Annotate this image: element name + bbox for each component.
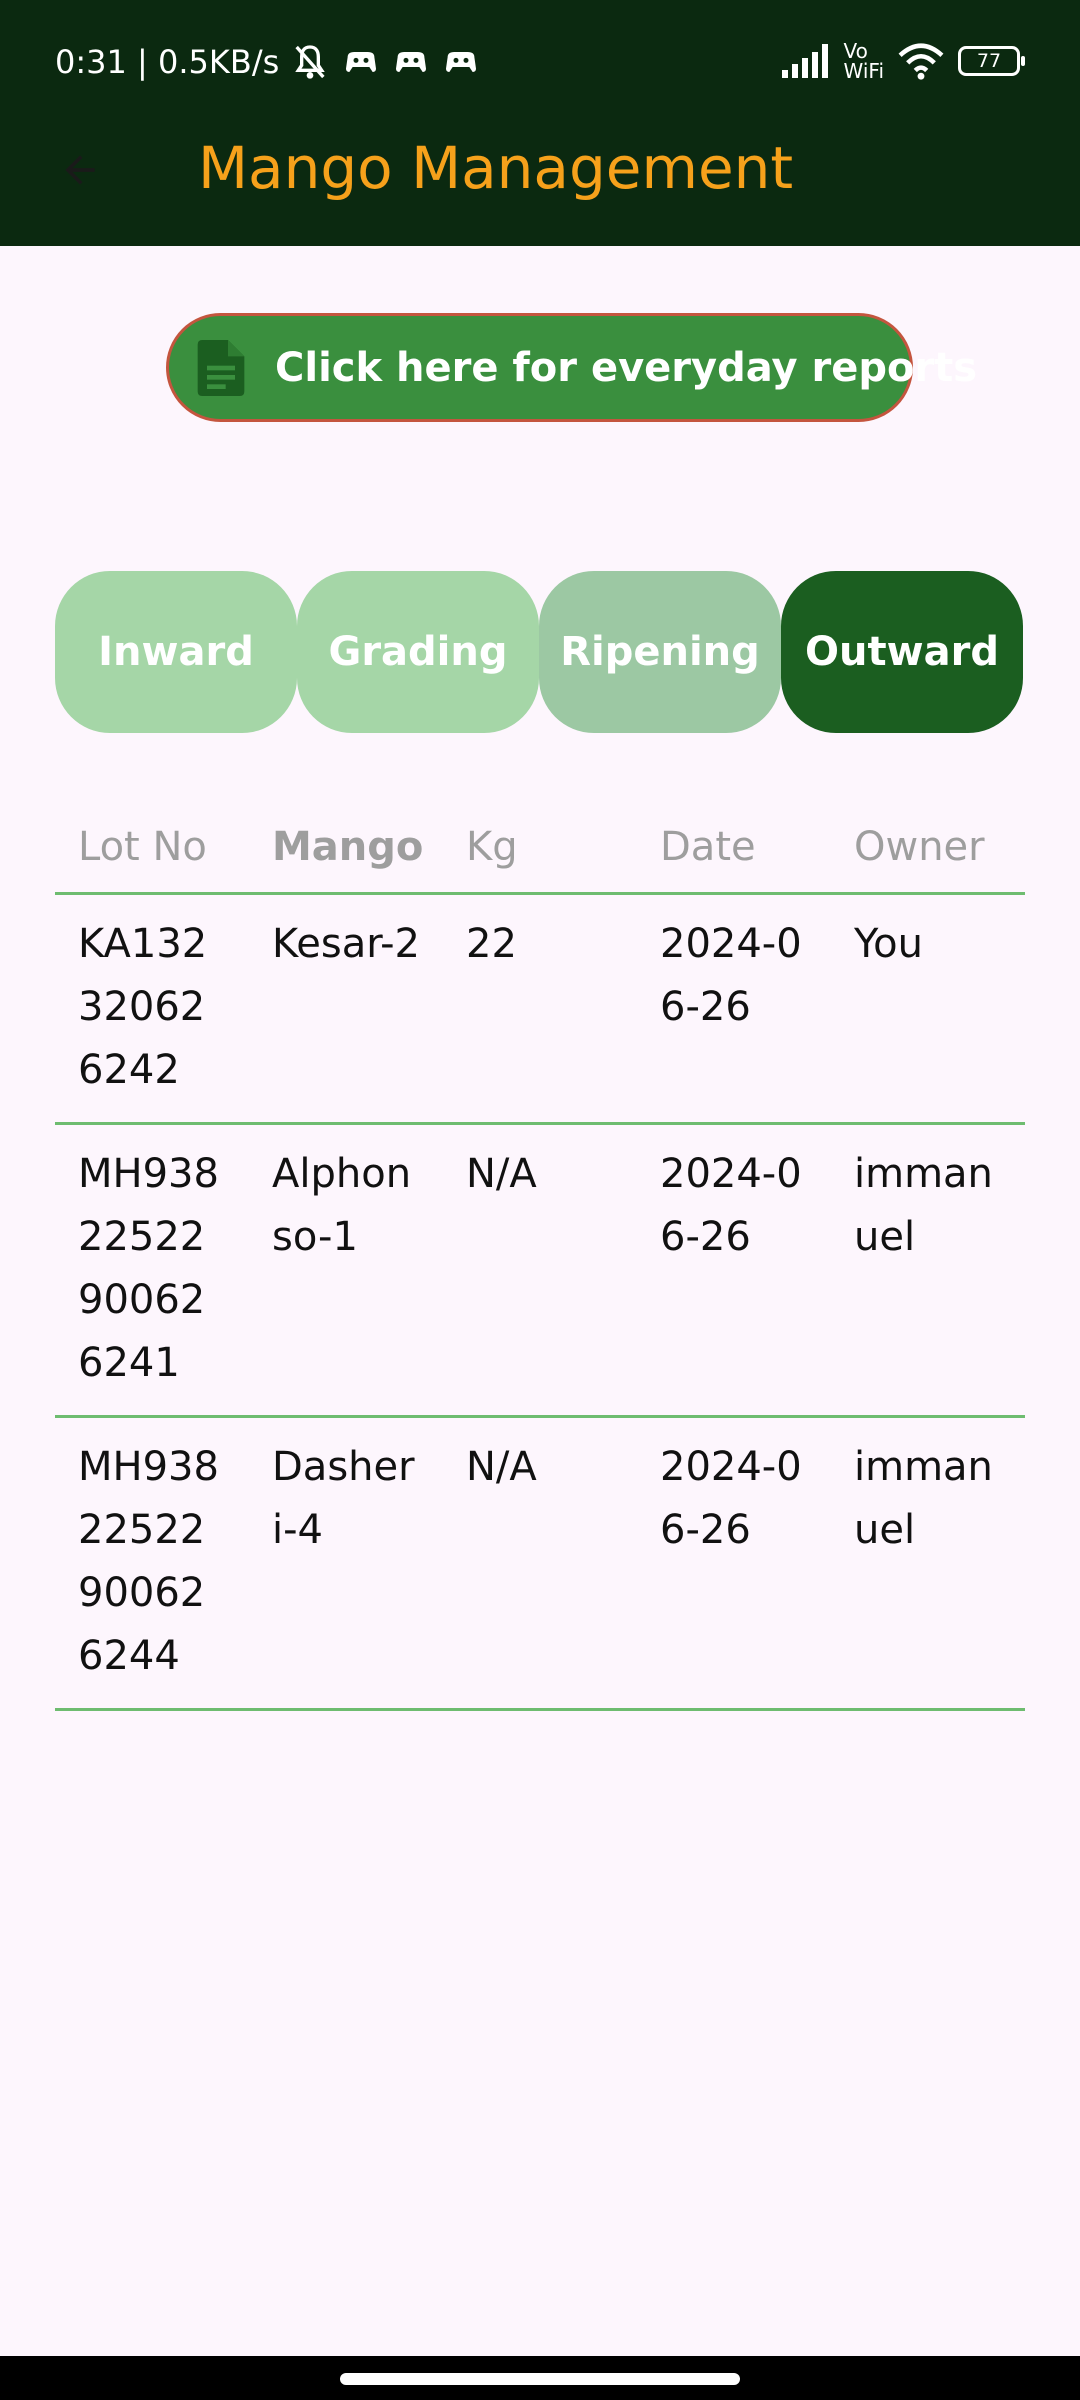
column-header-kg[interactable]: Kg — [443, 824, 637, 870]
status-right: Vo WiFi 77 — [781, 36, 1025, 86]
wifi-icon — [898, 43, 944, 80]
status-time-speed: 0:31 | 0.5KB/s — [55, 43, 280, 81]
lot-no-value: MH93822522900626241 — [78, 1151, 219, 1386]
lot-no-value: KA132320626242 — [78, 921, 208, 1093]
everyday-reports-label: Click here for everyday reports — [275, 344, 978, 391]
lot-no-cell: MH93822522900626244 — [55, 1436, 249, 1688]
lot-no-cell: KA132320626242 — [55, 913, 249, 1102]
mango-cell: Alphonso-1 — [249, 1143, 443, 1395]
table-row[interactable]: MH93822522900626241 Alphonso-1 N/A 2024-… — [55, 1125, 1025, 1418]
owner-cell: immanuel — [831, 1436, 1025, 1688]
kg-cell: 22 — [443, 913, 637, 1102]
page-title: Mango Management — [198, 134, 794, 202]
tab-ripening[interactable]: Ripening — [539, 571, 781, 733]
table-row[interactable]: KA132320626242 Kesar-2 22 2024-06-26 You — [55, 895, 1025, 1125]
mango-cell: Kesar-2 — [249, 913, 443, 1102]
kg-cell: N/A — [443, 1143, 637, 1395]
battery-level: 77 — [976, 50, 1002, 72]
column-header-lot-no[interactable]: Lot No — [55, 824, 249, 870]
table-header: Lot No Mango Kg Date Owner — [55, 802, 1025, 895]
document-icon — [197, 339, 245, 396]
signal-icon — [781, 44, 828, 78]
game-controller-icon-2 — [396, 52, 427, 72]
status-left: 0:31 | 0.5KB/s — [55, 38, 481, 86]
kg-value: N/A — [466, 1444, 537, 1490]
column-header-mango[interactable]: Mango — [249, 824, 443, 870]
lot-no-value: MH93822522900626244 — [78, 1444, 219, 1679]
kg-value: 22 — [466, 921, 517, 967]
status-bar: 0:31 | 0.5KB/s Vo WiFi 77 — [0, 0, 1080, 122]
kg-value: N/A — [466, 1151, 537, 1197]
owner-value: You — [854, 921, 923, 967]
date-value: 2024-06-26 — [660, 1444, 802, 1553]
owner-cell: immanuel — [831, 1143, 1025, 1395]
date-cell: 2024-06-26 — [637, 1436, 831, 1688]
arrow-back-icon — [65, 155, 95, 185]
vowifi-top: Vo — [843, 39, 868, 63]
lots-table: Lot No Mango Kg Date Owner KA13232062624… — [55, 802, 1025, 1711]
owner-cell: You — [831, 913, 1025, 1102]
kg-cell: N/A — [443, 1436, 637, 1688]
app-bar: 0:31 | 0.5KB/s Vo WiFi 77 Mango Manageme… — [0, 0, 1080, 246]
back-button[interactable] — [50, 140, 110, 200]
vowifi-bottom: WiFi — [843, 59, 885, 83]
stage-tabs: Inward Grading Ripening Outward — [55, 571, 1025, 733]
date-value: 2024-06-26 — [660, 921, 802, 1030]
tab-inward[interactable]: Inward — [55, 571, 297, 733]
tab-outward[interactable]: Outward — [781, 571, 1023, 733]
game-controller-icon-1 — [346, 52, 377, 72]
column-header-date[interactable]: Date — [637, 824, 831, 870]
vowifi-indicator: Vo WiFi — [844, 41, 885, 81]
date-cell: 2024-06-26 — [637, 1143, 831, 1395]
mango-value: Kesar-2 — [272, 921, 420, 967]
mango-cell: Dasheri-4 — [249, 1436, 443, 1688]
column-header-owner[interactable]: Owner — [831, 824, 1025, 870]
mango-value: Alphonso-1 — [272, 1151, 412, 1260]
battery-icon: 77 — [958, 46, 1025, 76]
mango-value: Dasheri-4 — [272, 1444, 415, 1553]
home-indicator[interactable] — [340, 2373, 740, 2385]
everyday-reports-button[interactable]: Click here for everyday reports — [166, 313, 977, 422]
date-cell: 2024-06-26 — [637, 913, 831, 1102]
tab-grading[interactable]: Grading — [297, 571, 539, 733]
lot-no-cell: MH93822522900626241 — [55, 1143, 249, 1395]
table-row[interactable]: MH93822522900626244 Dasheri-4 N/A 2024-0… — [55, 1418, 1025, 1711]
date-value: 2024-06-26 — [660, 1151, 802, 1260]
bell-off-icon — [295, 45, 326, 79]
owner-value: immanuel — [854, 1151, 993, 1260]
game-controller-icon-3 — [446, 52, 477, 72]
owner-value: immanuel — [854, 1444, 993, 1553]
